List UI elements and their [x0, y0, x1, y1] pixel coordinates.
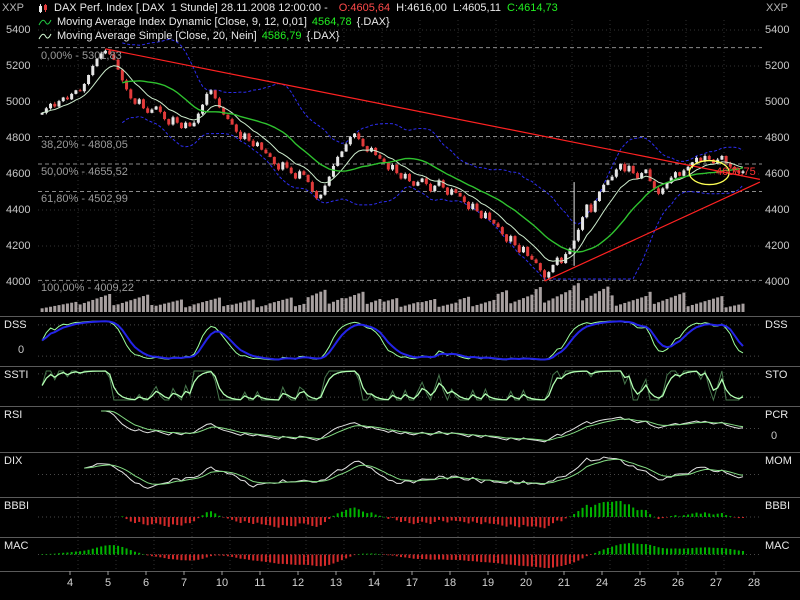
ma-dynamic-label: Moving Average Index Dynamic [Close, 9, … [57, 16, 307, 28]
sto-panel[interactable] [38, 368, 762, 404]
instrument-legend: DAX Perf. Index [.DAX 1 Stunde] 28.11.20… [38, 2, 558, 14]
wave-icon [38, 32, 52, 41]
dss-panel[interactable] [38, 318, 762, 364]
chart-canvas[interactable] [0, 0, 800, 600]
trading-chart-window: XXP XXP DAX Perf. Index [.DAX 1 Stunde] … [0, 0, 800, 600]
low-value: L:4605,11 [453, 2, 501, 14]
ma-simple-label: Moving Average Simple [Close, 20, Nein] [57, 30, 257, 42]
ma-dynamic-value: 4564,78 [312, 16, 352, 28]
ma-simple-legend: Moving Average Simple [Close, 20, Nein] … [38, 30, 340, 42]
instrument-title: DAX Perf. Index [.DAX 1 Stunde] 28.11.20… [54, 2, 328, 14]
price-panel[interactable] [38, 20, 762, 312]
bbbi-panel[interactable] [38, 499, 762, 535]
ma-dynamic-legend: Moving Average Index Dynamic [Close, 9, … [38, 16, 390, 28]
wave-icon [38, 18, 52, 27]
candlestick-icon [38, 3, 49, 14]
mom-panel[interactable] [38, 454, 762, 495]
ma-simple-value: 4586,79 [262, 30, 302, 42]
open-value: O:4605,64 [339, 2, 390, 14]
rsi-panel[interactable] [38, 408, 762, 450]
high-value: H:4616,00 [396, 2, 447, 14]
ma-simple-suffix: {.DAX} [307, 30, 340, 42]
mac-panel[interactable] [38, 539, 762, 570]
ma-dynamic-suffix: {.DAX} [357, 16, 390, 28]
close-value: C:4614,73 [507, 2, 558, 14]
ohlc-values: O:4605,64 H:4616,00 L:4605,11 C:4614,73 [333, 2, 558, 14]
